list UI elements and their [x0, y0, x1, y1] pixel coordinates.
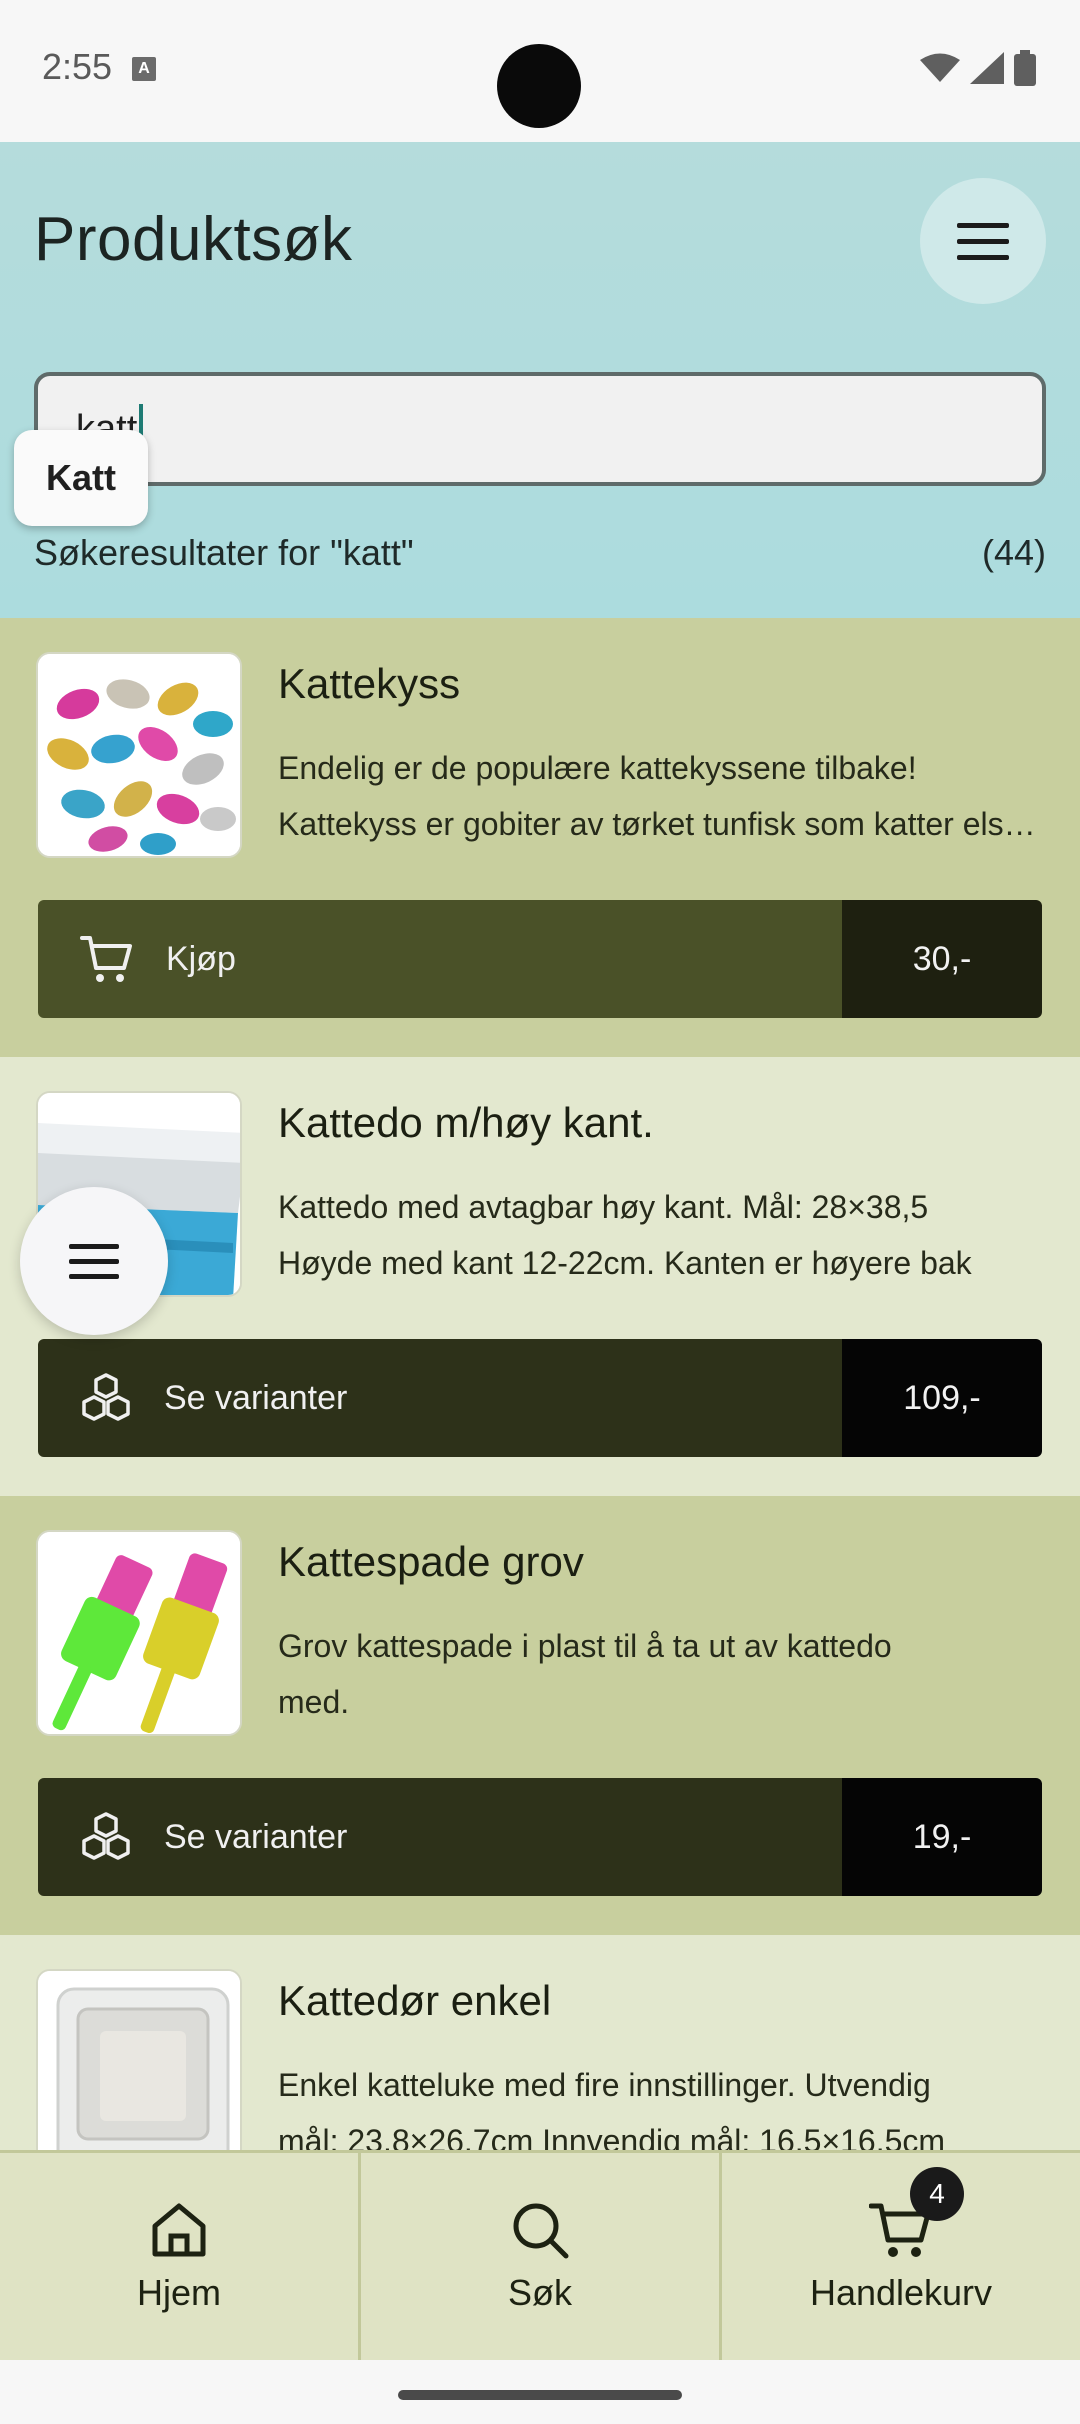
variants-button-label: Se varianter: [164, 1378, 348, 1417]
home-gesture-bar[interactable]: [398, 2390, 682, 2400]
home-icon: [152, 2203, 206, 2256]
signal-icon: [970, 52, 1004, 84]
product-desc-line: Kattedo med avtagbar høy kant. Mål: 28×3…: [278, 1189, 929, 1225]
nav-search[interactable]: Søk: [361, 2153, 722, 2360]
buy-button-main[interactable]: Kjøp: [38, 900, 842, 1018]
nav-home-label: Hjem: [136, 2271, 221, 2313]
bottom-nav: Hjem Søk 4 Handlekurv: [0, 2150, 1080, 2360]
product-name: Kattedør enkel: [278, 1977, 552, 2024]
gesture-area: [0, 2360, 1080, 2424]
header-menu-button[interactable]: [920, 178, 1046, 304]
buy-button-label: Kjøp: [166, 939, 236, 978]
results-label: Søkeresultater for "katt": [34, 532, 414, 573]
product-card[interactable]: Kattedør enkel Enkel katteluke med fire …: [0, 1935, 1080, 2152]
product-description: Grov kattespade i plast til å ta ut av k…: [278, 1618, 1048, 1730]
product-desc-line: Endelig er de populære kattekyssene tilb…: [278, 750, 917, 786]
results-count: (44): [981, 532, 1046, 573]
product-description: Endelig er de populære kattekyssene tilb…: [278, 740, 1048, 852]
nav-cart[interactable]: 4 Handlekurv: [722, 2153, 1080, 2360]
variants-button-main[interactable]: Se varianter: [38, 1778, 842, 1896]
product-desc-line: Kattekyss er gobiter av tørket tunfisk s…: [278, 806, 1048, 842]
cubes-icon: [82, 1373, 130, 1421]
product-description: Enkel katteluke med fire innstillinger. …: [278, 2057, 1048, 2152]
product-desc-line: med.: [278, 1684, 350, 1720]
product-price: 19,-: [842, 1778, 1042, 1896]
product-desc-line: mål: 23.8×26.7cm Innvendig mål: 16.5×16.…: [278, 2123, 946, 2152]
autocomplete-suggestion[interactable]: Katt: [14, 430, 148, 526]
variants-button-label: Se varianter: [164, 1817, 348, 1856]
buy-button[interactable]: Kjøp 30,-: [38, 900, 1042, 1018]
product-card[interactable]: Kattekyss Endelig er de populære katteky…: [0, 618, 1080, 1057]
status-icons: [920, 50, 1036, 86]
app-header: Produktsøk katt Søkeresultater for "katt…: [0, 142, 1080, 618]
status-bar: 2:55 A: [0, 0, 1080, 142]
product-name: Kattespade grov: [278, 1538, 584, 1585]
floating-menu-button[interactable]: [20, 1187, 168, 1335]
variants-button-main[interactable]: Se varianter: [38, 1339, 842, 1457]
page-title: Produktsøk: [34, 205, 353, 274]
cart-icon: [80, 936, 132, 982]
cubes-icon: [82, 1812, 130, 1860]
hamburger-icon: [69, 1244, 119, 1279]
nav-home[interactable]: Hjem: [0, 2153, 361, 2360]
status-time: 2:55: [42, 46, 113, 87]
variants-button[interactable]: Se varianter 109,-: [38, 1339, 1042, 1457]
product-card[interactable]: Kattespade grov Grov kattespade i plast …: [0, 1496, 1080, 1935]
product-desc-line: Grov kattespade i plast til å ta ut av k…: [278, 1628, 892, 1664]
cart-badge: 4: [910, 2167, 964, 2221]
product-image: [36, 1969, 242, 2152]
hamburger-icon: [957, 223, 1009, 260]
product-price: 30,-: [842, 900, 1042, 1018]
product-price: 109,-: [842, 1339, 1042, 1457]
camera-cutout: [497, 44, 581, 128]
product-desc-line: Høyde med kant 12-22cm. Kanten er høyere…: [278, 1245, 972, 1281]
nav-cart-label: Handlekurv: [809, 2271, 993, 2313]
nav-search-label: Søk: [507, 2271, 572, 2313]
wifi-icon: [920, 53, 960, 82]
search-icon: [513, 2203, 569, 2258]
variants-button[interactable]: Se varianter 19,-: [38, 1778, 1042, 1896]
product-description: Kattedo med avtagbar høy kant. Mål: 28×3…: [278, 1179, 1048, 1291]
product-image: [36, 652, 242, 858]
product-name: Kattedo m/høy kant.: [278, 1099, 654, 1146]
notification-icon: A: [132, 57, 156, 81]
battery-icon: [1014, 50, 1036, 86]
product-list: Kattekyss Endelig er de populære katteky…: [0, 618, 1080, 2152]
search-input[interactable]: katt: [34, 372, 1046, 486]
product-image: [36, 1530, 242, 1736]
product-desc-line: Enkel katteluke med fire innstillinger. …: [278, 2067, 931, 2103]
product-name: Kattekyss: [278, 660, 461, 707]
